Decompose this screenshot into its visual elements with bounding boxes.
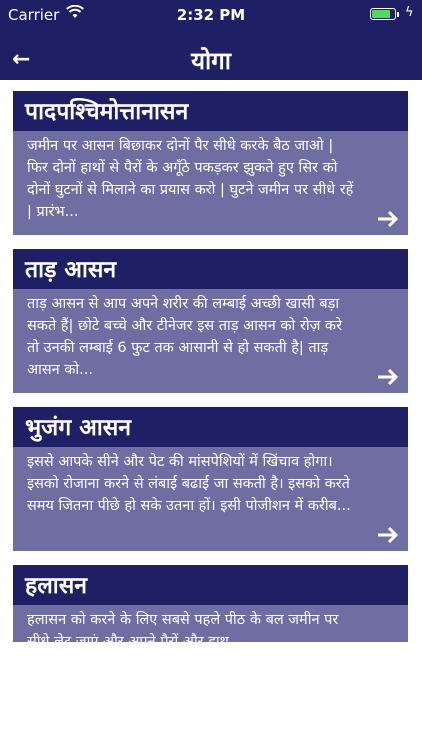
card-description: ताड़ आसन से आप अपने शरीर की लम्बाई अच्छी… — [27, 296, 343, 378]
list-item[interactable]: भुजंग आसन इससे आपके सीने और पेट की मांसप… — [13, 407, 408, 551]
list-item[interactable]: पादपश्चिमोत्तानासन जमीन पर आसन बिछाकर दो… — [13, 91, 408, 235]
yoga-list[interactable]: पादपश्चिमोत्तानासन जमीन पर आसन बिछाकर दो… — [0, 80, 422, 642]
list-item[interactable]: हलासन हलासन को करने के लिए सबसे पहले पीठ… — [13, 565, 408, 642]
battery-tip — [397, 12, 399, 17]
arrow-right-icon[interactable] — [376, 209, 400, 229]
charging-bolt-icon: ϟ — [405, 5, 414, 20]
card-title: भुजंग आसन — [13, 407, 408, 447]
card-description: इससे आपके सीने और पेट की मांसपेशियों में… — [27, 454, 351, 514]
clock: 2:32 PM — [176, 6, 246, 24]
card-description: हलासन को करने के लिए सबसे पहले पीठ के बल… — [27, 612, 339, 642]
status-bar: Carrier 2:32 PM ϟ — [0, 0, 422, 30]
card-body: ताड़ आसन से आप अपने शरीर की लम्बाई अच्छी… — [13, 289, 408, 393]
battery-icon — [370, 8, 396, 20]
card-body: जमीन पर आसन बिछाकर दोनों पैर सीधे करके ब… — [13, 131, 408, 235]
card-title: ताड़ आसन — [13, 249, 408, 289]
card-title: हलासन — [13, 565, 408, 605]
card-body: हलासन को करने के लिए सबसे पहले पीठ के बल… — [13, 605, 408, 642]
card-description: जमीन पर आसन बिछाकर दोनों पैर सीधे करके ब… — [27, 138, 354, 220]
nav-bar: Carrier 2:32 PM ϟ ← योगा — [0, 0, 422, 80]
card-title: पादपश्चिमोत्तानासन — [13, 91, 408, 131]
arrow-right-icon[interactable] — [376, 525, 400, 545]
page-title: योगा — [191, 47, 231, 75]
card-body: इससे आपके सीने और पेट की मांसपेशियों में… — [13, 447, 408, 551]
arrow-right-icon[interactable] — [376, 367, 400, 387]
list-item[interactable]: ताड़ आसन ताड़ आसन से आप अपने शरीर की लम्… — [13, 249, 408, 393]
